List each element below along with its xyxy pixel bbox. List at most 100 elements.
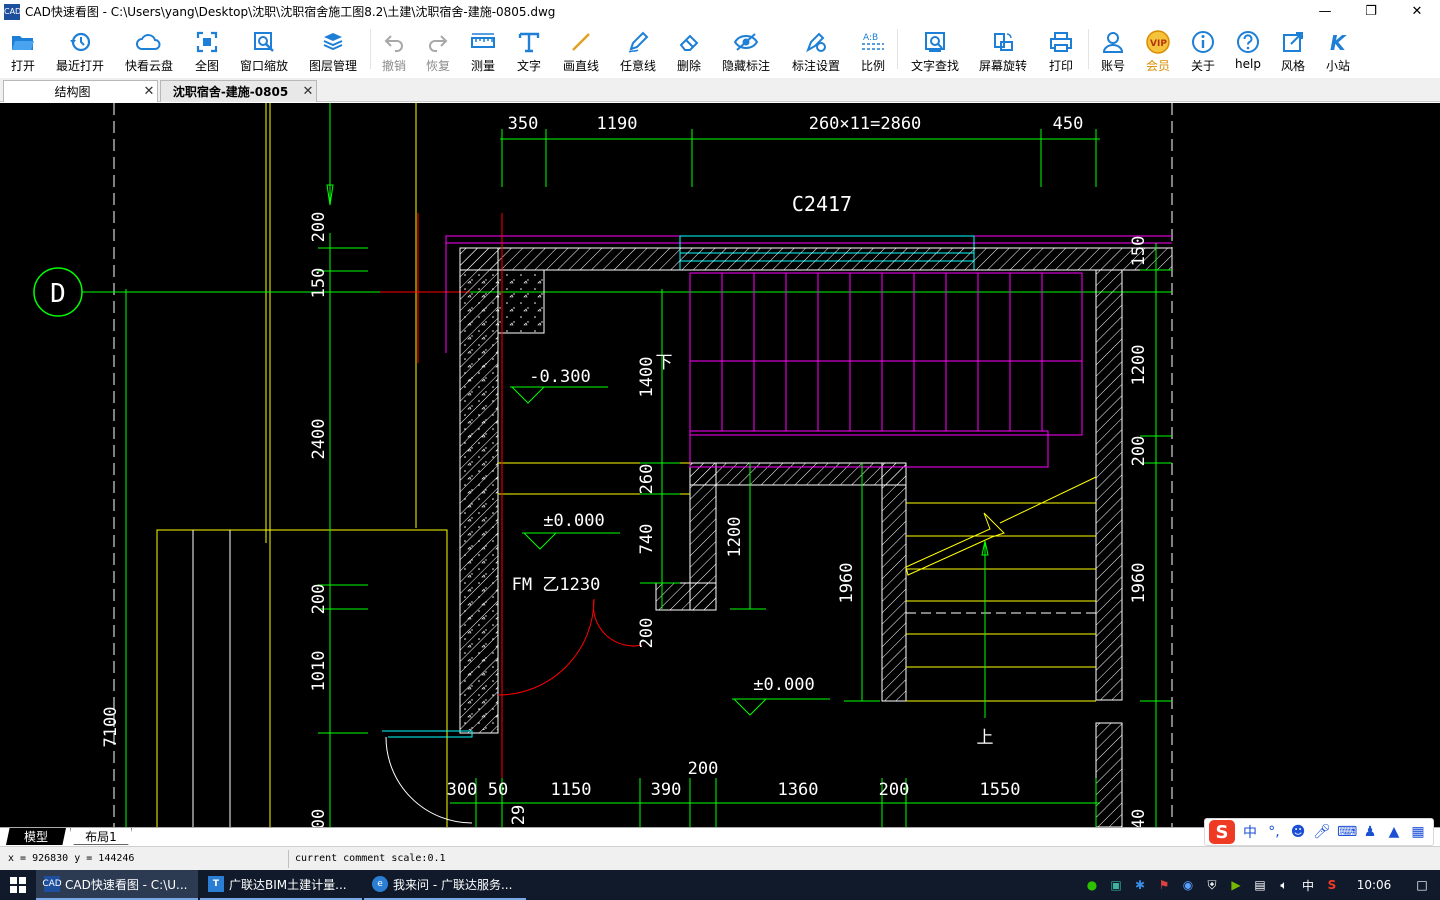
help-icon: [1236, 28, 1260, 56]
dim-label: 2400: [309, 419, 329, 460]
freehand-line-button[interactable]: 任意线: [609, 23, 667, 75]
eraser-icon: [678, 28, 700, 56]
sogou-logo-icon[interactable]: S: [1209, 820, 1235, 844]
dim-label: 1150: [551, 780, 592, 800]
inner-dimensions: 1400 下 260 740 1200 1960 200: [637, 289, 880, 702]
restore-button[interactable]: ❐: [1348, 0, 1394, 23]
redo-button[interactable]: 恢复: [415, 23, 461, 75]
stair-direction-label: 上: [977, 728, 994, 748]
zoom-window-button[interactable]: 窗口缩放: [230, 23, 298, 75]
layer-manager-button[interactable]: 图层管理: [298, 23, 368, 75]
notification-icon[interactable]: □: [1404, 878, 1440, 892]
drawing-canvas[interactable]: D 350 1190 260×11=2860 450 C2417 FM 乙123…: [0, 103, 1440, 827]
door-tag: FM 乙1230: [512, 575, 601, 595]
emoji-icon[interactable]: ☻: [1289, 824, 1307, 840]
user-skin-icon[interactable]: ♟: [1361, 824, 1379, 840]
bluetooth-icon[interactable]: ✱: [1128, 878, 1152, 892]
dim-label: 40: [1129, 809, 1149, 827]
recent-open-button[interactable]: 最近打开: [46, 23, 114, 75]
full-view-button[interactable]: 全图: [184, 23, 230, 75]
network-icon[interactable]: ▤: [1248, 878, 1272, 892]
system-tray: ● ▣ ✱ ⚑ ◉ ⛨ ▶ ▤ 🔈︎ 中 S 10:06 □: [1080, 870, 1440, 900]
keyboard-icon[interactable]: ⌨: [1337, 824, 1357, 840]
toolbar-divider: [1088, 29, 1089, 69]
sogou-tray-icon[interactable]: S: [1320, 878, 1344, 892]
tray-language-indicator[interactable]: 中: [1296, 877, 1320, 894]
windows-start-icon[interactable]: [0, 870, 36, 900]
style-button[interactable]: 风格: [1271, 23, 1315, 75]
status-bar: x = 926830 y = 144246 current comment sc…: [0, 846, 1440, 870]
elevation-label: ±0.000: [753, 675, 814, 695]
grid-menu-icon[interactable]: ▦: [1409, 824, 1427, 840]
cursor-coordinates: x = 926830 y = 144246: [8, 853, 135, 864]
hide-annotation-button[interactable]: 隐藏标注: [711, 23, 781, 75]
dim-label: 740: [637, 524, 657, 555]
taskbar-app-cad[interactable]: CAD CAD快速看图 - C:\U...: [36, 870, 198, 900]
dim-label: 200: [637, 618, 657, 649]
top-dimensions: 350 1190 260×11=2860 450 C2417: [500, 114, 1100, 216]
account-button[interactable]: 账号: [1091, 23, 1135, 75]
printer-icon: [1049, 28, 1073, 56]
ime-punctuation-toggle[interactable]: °,: [1265, 824, 1283, 840]
tab-structure-drawing[interactable]: 结构图 ✕: [3, 80, 158, 102]
vip-icon: VIP: [1146, 28, 1170, 56]
glodon-app-icon: T: [208, 876, 224, 892]
tab-model[interactable]: 模型: [6, 828, 66, 845]
cloud-disk-button[interactable]: 快看云盘: [114, 23, 184, 75]
text-search-button[interactable]: 文字查找: [900, 23, 970, 75]
text-icon: [518, 28, 540, 56]
nvidia-icon[interactable]: ▶: [1224, 878, 1248, 892]
network-share-icon[interactable]: ▣: [1104, 878, 1128, 892]
delete-button[interactable]: 删除: [667, 23, 711, 75]
microphone-icon[interactable]: 🎤︎: [1313, 824, 1331, 840]
toolbar-divider: [370, 29, 371, 69]
wechat-icon[interactable]: ●: [1080, 878, 1104, 892]
close-tab-icon[interactable]: ✕: [141, 84, 157, 99]
mini-site-button[interactable]: K 小站: [1315, 23, 1361, 75]
style-icon: [1282, 28, 1304, 56]
dim-label: 150: [1129, 236, 1149, 267]
vip-button[interactable]: VIP 会员: [1135, 23, 1181, 75]
security-icon[interactable]: ⛨: [1200, 878, 1224, 893]
minimize-button[interactable]: —: [1302, 0, 1348, 23]
dim-label: 450: [1053, 114, 1084, 134]
tab-layout1[interactable]: 布局1: [70, 828, 132, 845]
ime-toolbar: S 中 °, ☻ 🎤︎ ⌨ ♟ ▲ ▦: [1204, 818, 1434, 846]
undo-button[interactable]: 撤销: [373, 23, 415, 75]
dim-label: 200: [309, 584, 329, 615]
help-button[interactable]: help: [1225, 23, 1271, 75]
shirt-icon[interactable]: ▲: [1385, 824, 1403, 840]
text-tool-button[interactable]: 文字: [505, 23, 553, 75]
taskbar-clock[interactable]: 10:06: [1344, 878, 1404, 892]
about-button[interactable]: 关于: [1181, 23, 1225, 75]
pen-icon: [627, 28, 649, 56]
close-tab-icon[interactable]: ✕: [300, 84, 316, 99]
open-button[interactable]: 打开: [0, 23, 46, 75]
ime-language-toggle[interactable]: 中: [1241, 822, 1259, 842]
close-button[interactable]: ✕: [1394, 0, 1440, 23]
dim-label: 1190: [597, 114, 638, 134]
left-dimensions: 200 150 2400 200 1010 7100 00: [101, 212, 368, 827]
print-button[interactable]: 打印: [1036, 23, 1086, 75]
dim-label: 1960: [837, 563, 857, 604]
door-fm: FM 乙1230: [382, 575, 643, 824]
flag-icon[interactable]: ⚑: [1152, 878, 1176, 892]
draw-line-button[interactable]: 画直线: [553, 23, 609, 75]
taskbar-app-browser[interactable]: e 我来问 - 广联达服务...: [364, 870, 526, 900]
info-icon: [1191, 28, 1215, 56]
dim-label: 200: [1129, 436, 1149, 467]
tab-architecture-drawing[interactable]: 沈职宿舍-建施-0805 ✕: [160, 80, 317, 102]
taskbar-app-glodon-bim[interactable]: T 广联达BIM土建计量...: [200, 870, 362, 900]
volume-icon[interactable]: 🔈︎: [1272, 878, 1296, 893]
annotation-settings-button[interactable]: 标注设置: [781, 23, 851, 75]
window-tag: C2417: [792, 192, 852, 216]
scale-button[interactable]: A:B 比例: [851, 23, 895, 75]
cad-drawing: D 350 1190 260×11=2860 450 C2417 FM 乙123…: [33, 103, 1173, 827]
svg-text:A:B: A:B: [863, 33, 878, 43]
browser-tray-icon[interactable]: ◉: [1176, 878, 1200, 892]
measure-button[interactable]: 测量: [461, 23, 505, 75]
dim-label: 00: [309, 809, 329, 827]
rotate-screen-button[interactable]: 屏幕旋转: [970, 23, 1036, 75]
document-tab-bar: 结构图 ✕ 沈职宿舍-建施-0805 ✕: [0, 78, 1440, 102]
undo-icon: [383, 28, 405, 56]
